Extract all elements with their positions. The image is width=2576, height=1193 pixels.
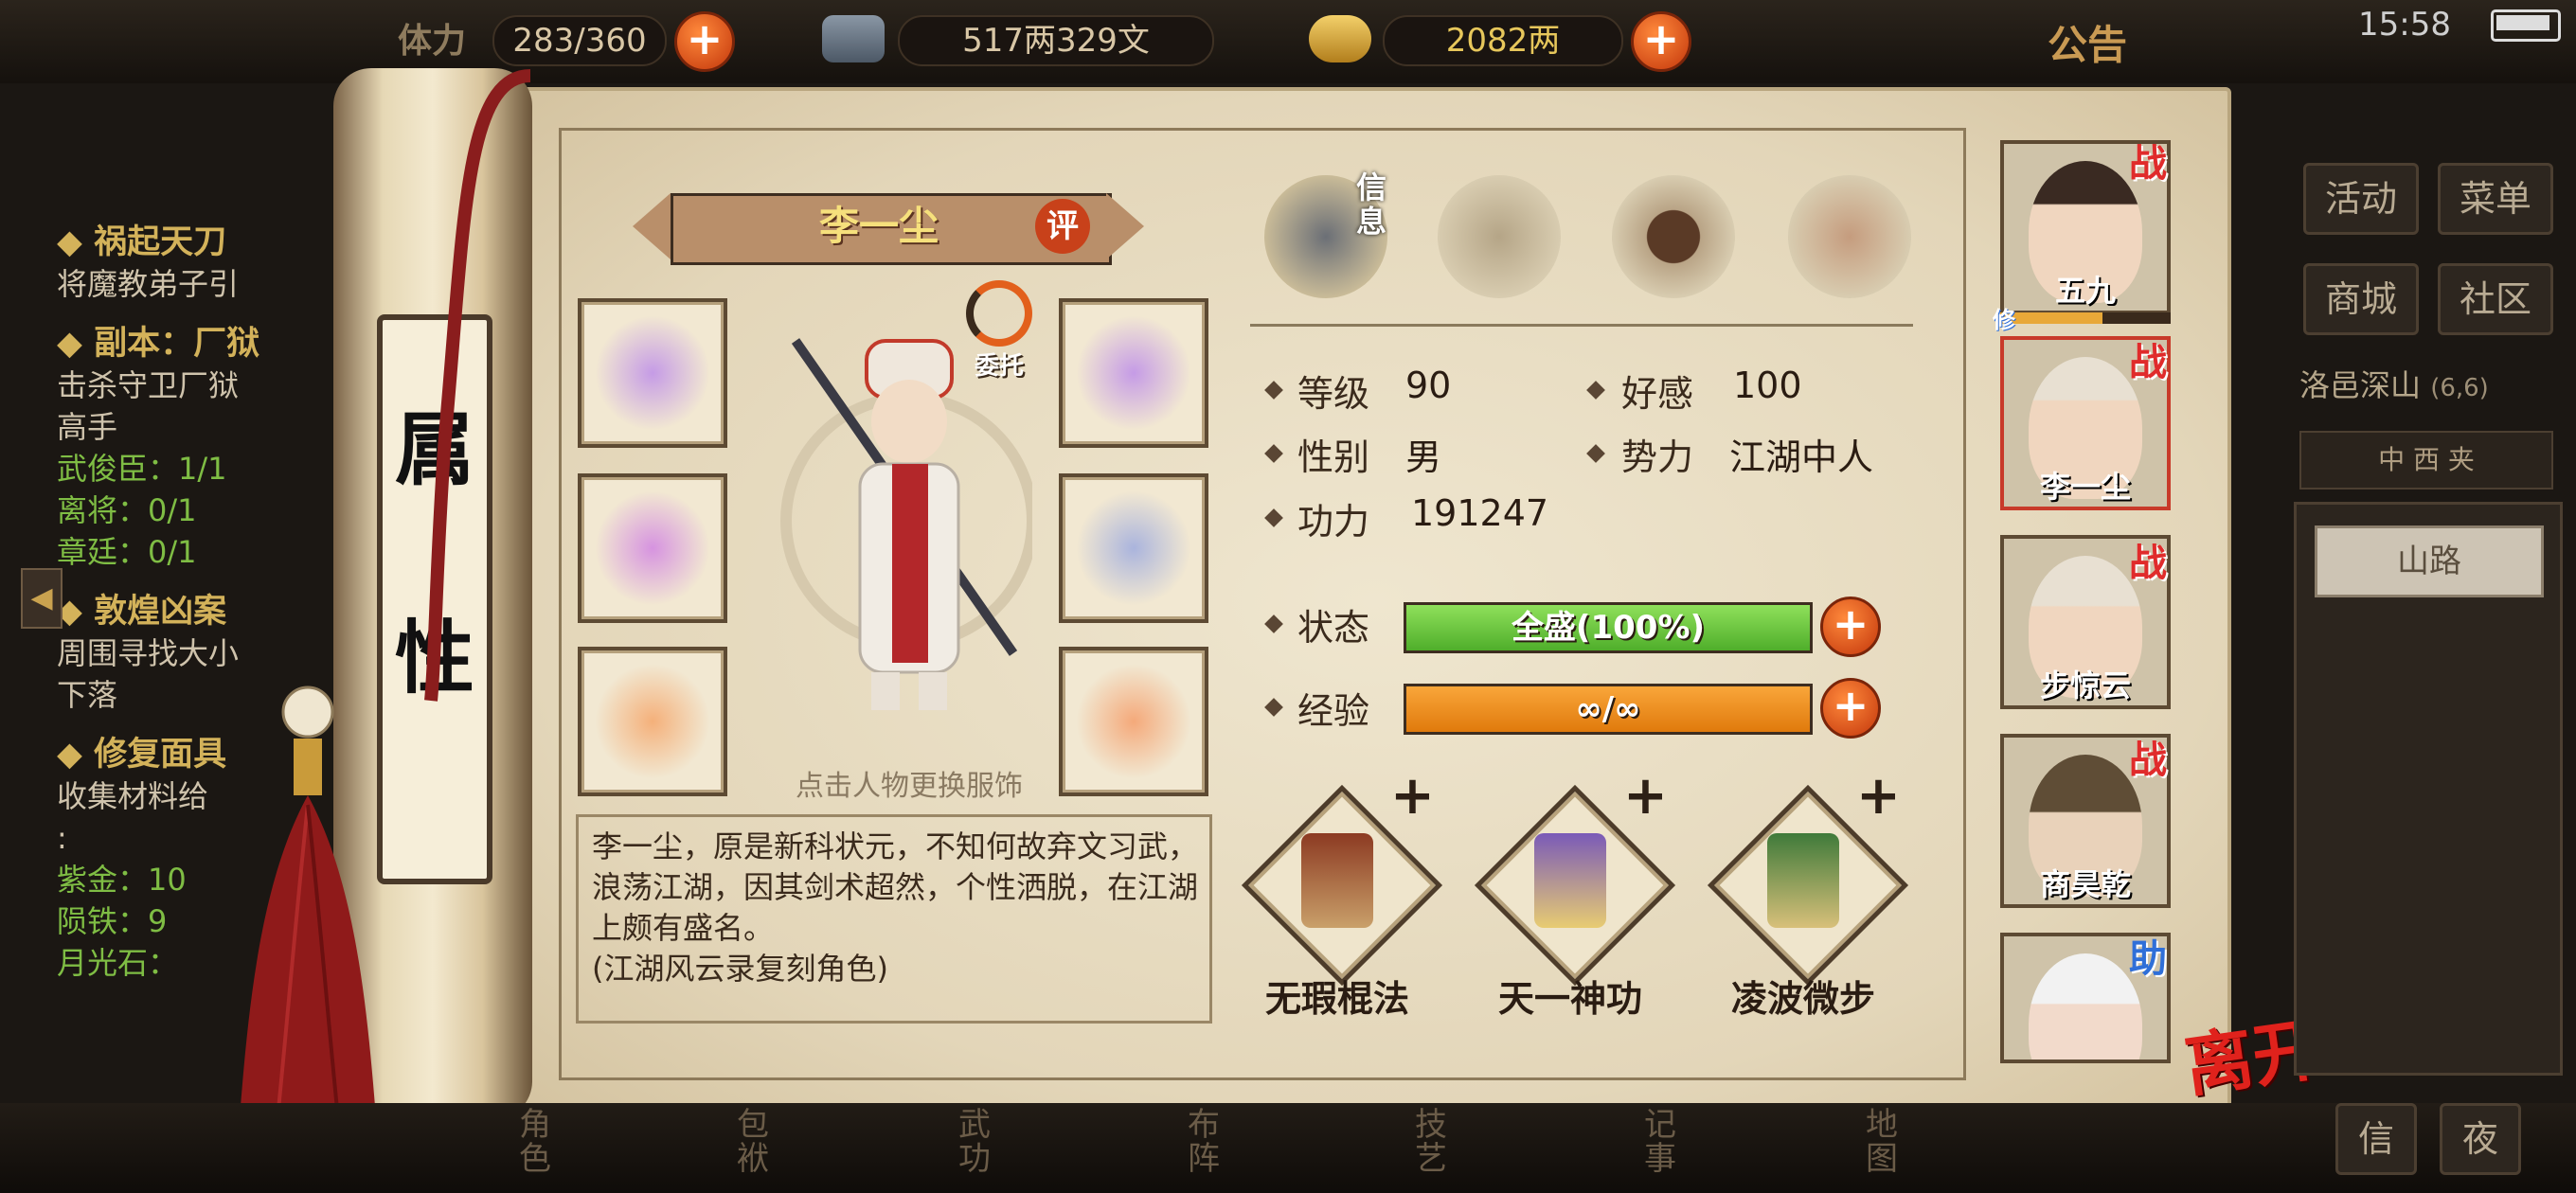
- menu-skills[interactable]: 技艺: [1415, 1108, 1453, 1176]
- avatar: [2029, 953, 2142, 1059]
- divider: [1250, 324, 1913, 327]
- ring-icon: [595, 664, 710, 779]
- menu-map[interactable]: 地图: [1866, 1108, 1904, 1176]
- knot-accessory-icon: [1076, 664, 1191, 779]
- movement-art-scroll-icon: [1767, 833, 1839, 928]
- exp-text: ∞/∞: [1575, 690, 1641, 728]
- favor-label: 好感: [1621, 373, 1694, 415]
- menu-journal[interactable]: 记事: [1644, 1108, 1682, 1176]
- equip-slot-helmet[interactable]: [1059, 298, 1208, 448]
- level-label: 等级: [1297, 373, 1370, 415]
- power-value: 191247: [1411, 492, 1549, 534]
- tab-formation[interactable]: [1612, 175, 1735, 298]
- skill-name: 天一神功: [1497, 978, 1642, 1020]
- night-button[interactable]: 夜: [2440, 1103, 2521, 1175]
- tab-scroll[interactable]: [1438, 175, 1561, 298]
- character-name-banner: 李一尘 评: [614, 186, 1163, 267]
- tab-meridians[interactable]: [1788, 175, 1911, 298]
- exp-label: 经验: [1297, 690, 1370, 732]
- bottom-menu-bar: [0, 1103, 2576, 1193]
- money-value: 517两329文: [898, 15, 1214, 66]
- compass-strip: 中 西 夹: [2299, 431, 2553, 490]
- refresh-arrows-icon: [966, 280, 1032, 347]
- message-button[interactable]: 信: [2335, 1103, 2417, 1175]
- gloves-icon: [595, 315, 710, 431]
- road-location-button[interactable]: 山路: [2315, 525, 2544, 597]
- status-text: 全盛(100%): [1511, 609, 1706, 647]
- delegate-button[interactable]: 委托: [957, 280, 1042, 381]
- activity-button[interactable]: 活动: [2303, 163, 2419, 235]
- armor-icon: [1076, 490, 1191, 606]
- add-skill-icon[interactable]: +: [1856, 765, 1901, 827]
- add-skill-icon[interactable]: +: [1390, 765, 1435, 827]
- menu-role[interactable]: 角色: [519, 1108, 557, 1176]
- character-description: 李一尘，原是新科状元，不知何故弃文习武，浪荡江湖，因其剑术超然，个性洒脱，在江湖…: [592, 828, 1199, 946]
- add-exp-button[interactable]: +: [1820, 678, 1881, 739]
- gender-value: 男: [1405, 436, 1442, 478]
- character-description-box: 李一尘，原是新科状元，不知何故弃文习武，浪荡江湖，因其剑术超然，个性洒脱，在江湖…: [576, 814, 1212, 1024]
- battle-tag: 战: [2129, 739, 2167, 782]
- add-gold-button[interactable]: +: [1631, 11, 1691, 72]
- cultivation-bar: [2000, 312, 2171, 324]
- gold-ingot-icon: [1309, 15, 1371, 62]
- menu-bag[interactable]: 包袱: [737, 1108, 775, 1176]
- community-button[interactable]: 社区: [2438, 263, 2553, 335]
- equip-slot-accessory[interactable]: [1059, 647, 1208, 796]
- evaluate-button[interactable]: 评: [1035, 199, 1090, 254]
- shop-button[interactable]: 商城: [2303, 263, 2419, 335]
- staff-weapon-icon: [595, 490, 710, 606]
- character-figure[interactable]: [777, 322, 1032, 739]
- equip-slot-ring[interactable]: [578, 647, 727, 796]
- equip-slot-armor[interactable]: [1059, 473, 1208, 623]
- character-description-note: (江湖风云录复刻角色): [592, 951, 888, 987]
- gold-value: 2082两: [1383, 15, 1623, 66]
- outfit-hint: 点击人物更换服饰: [796, 770, 1023, 803]
- faction-value: 江湖中人: [1729, 436, 1874, 478]
- menu-button[interactable]: 菜单: [2438, 163, 2553, 235]
- location-name: 洛邑深山 (6,6): [2299, 367, 2489, 403]
- status-bar: 全盛(100%): [1404, 602, 1813, 653]
- gender-label: 性别: [1297, 436, 1370, 478]
- restore-status-button[interactable]: +: [1820, 596, 1881, 657]
- clock: 15:58: [2358, 6, 2451, 44]
- tab-info-label: 信息: [1356, 169, 1387, 240]
- equip-slot-gloves[interactable]: [578, 298, 727, 448]
- menu-martial-arts[interactable]: 武功: [958, 1108, 996, 1176]
- internal-art-scroll-icon: [1534, 833, 1606, 928]
- level-value: 90: [1405, 365, 1452, 406]
- skill-name: 无瑕棍法: [1264, 978, 1409, 1020]
- add-skill-icon[interactable]: +: [1623, 765, 1668, 827]
- staff-manual-icon: [1301, 833, 1373, 928]
- power-label: 功力: [1297, 501, 1370, 543]
- red-tassel-icon: [237, 69, 531, 1155]
- menu-formation[interactable]: 布阵: [1188, 1108, 1225, 1176]
- equip-slot-weapon[interactable]: [578, 473, 727, 623]
- battle-tag: 战: [2129, 542, 2167, 585]
- favor-value: 100: [1733, 365, 1802, 406]
- skill-name: 凌波微步: [1730, 978, 1875, 1020]
- silver-icon: [822, 15, 885, 62]
- collapse-left-arrow-icon[interactable]: ◀: [21, 568, 63, 629]
- announcement-button[interactable]: 公告: [2048, 13, 2127, 71]
- faction-label: 势力: [1621, 436, 1694, 478]
- exp-bar: ∞/∞: [1404, 684, 1813, 735]
- battery-icon: [2491, 9, 2561, 42]
- status-label: 状态: [1297, 607, 1370, 649]
- cultivation-badge: 修: [1993, 307, 2015, 333]
- helmet-icon: [1076, 315, 1191, 431]
- battle-tag: 战: [2129, 142, 2167, 186]
- support-tag: 助: [2129, 937, 2167, 981]
- character-name: 李一尘: [818, 203, 939, 249]
- add-stamina-button[interactable]: +: [674, 11, 735, 72]
- battle-tag: 战: [2129, 341, 2167, 384]
